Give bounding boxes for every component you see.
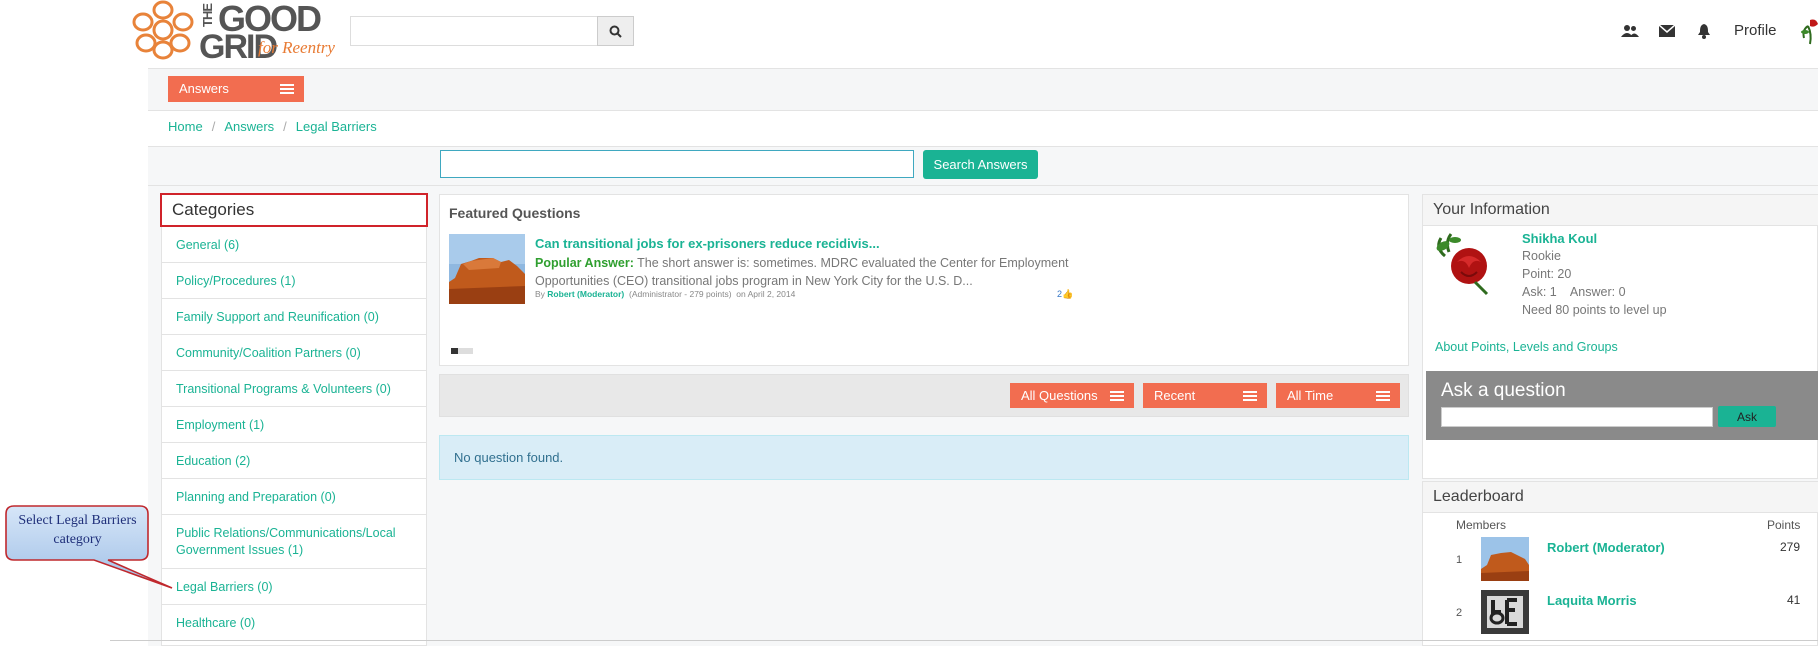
logo-the: THE [200,4,215,27]
no-questions-alert: No question found. [439,435,1409,480]
flower-logo-icon [132,0,194,60]
all-time-dropdown[interactable]: All Time [1276,383,1400,408]
answers-menu-bar [148,68,1818,111]
likes-count[interactable]: 2👍 [1057,289,1073,300]
breadcrumb-home[interactable]: Home [168,119,203,134]
user-points: Point: 20 [1522,267,1572,281]
category-general[interactable]: General (6) [162,227,426,263]
category-community-partners[interactable]: Community/Coalition Partners (0) [162,335,426,371]
menu-icon [1376,391,1390,401]
menu-icon [1243,391,1257,401]
category-employment[interactable]: Employment (1) [162,407,426,443]
thumbs-up-icon: 👍 [1062,289,1074,299]
categories-title: Categories [160,193,428,227]
ask-question-input[interactable] [1441,407,1713,427]
question-byline: By Robert (Moderator) (Administrator - 2… [535,289,795,299]
leaderboard-points: 41 [1787,593,1801,607]
leaderboard-member-link[interactable]: Laquita Morris [1547,593,1637,608]
avatar[interactable] [1800,16,1818,46]
divider [110,640,1818,641]
all-questions-label: All Questions [1021,388,1098,403]
envelope-icon[interactable] [1657,22,1677,40]
user-ask-answer: Ask: 1 Answer: 0 [1522,285,1626,299]
user-level-progress: Need 80 points to level up [1522,303,1667,317]
users-icon[interactable] [1620,22,1640,40]
popular-answer-label: Popular Answer: [535,256,634,270]
callout-text: Select Legal Barriers category [18,513,137,547]
logo-tagline: for Reentry [258,38,335,57]
category-healthcare[interactable]: Healthcare (0) [162,605,426,641]
recent-label: Recent [1154,388,1196,403]
question-date: on April 2, 2014 [736,289,796,299]
menu-icon [280,84,294,94]
search-answers-input[interactable] [440,150,914,178]
leaderboard-points-header: Points [1767,518,1801,532]
ask-question-title: Ask a question [1441,380,1566,401]
member-avatar[interactable] [1481,590,1529,634]
search-answers-button[interactable]: Search Answers [923,150,1038,179]
user-name-link[interactable]: Shikha Koul [1522,231,1597,246]
leaderboard-points: 279 [1780,540,1801,554]
header-search-input[interactable] [350,16,597,46]
menu-icon [1110,391,1124,401]
category-planning[interactable]: Planning and Preparation (0) [162,479,426,515]
bell-icon[interactable] [1694,22,1714,40]
ask-button[interactable]: Ask [1718,406,1776,427]
popular-answer: Popular Answer: The short answer is: som… [535,254,1080,290]
recent-dropdown[interactable]: Recent [1143,383,1267,408]
category-public-relations[interactable]: Public Relations/Communications/Local Go… [162,515,426,569]
answers-menu-button[interactable]: Answers [168,76,304,102]
breadcrumb: Home / Answers / Legal Barriers [168,119,377,134]
featured-question-link[interactable]: Can transitional jobs for ex-prisoners r… [535,236,880,251]
byline-by: By [535,289,545,299]
leaderboard-member-link[interactable]: Robert (Moderator) [1547,540,1665,555]
leaderboard-members-header: Members [1456,518,1507,532]
category-policy-procedures[interactable]: Policy/Procedures (1) [162,263,426,299]
breadcrumb-answers[interactable]: Answers [224,119,274,134]
answers-menu-label: Answers [179,81,229,96]
all-questions-dropdown[interactable]: All Questions [1010,383,1134,408]
profile-link[interactable]: Profile [1734,22,1777,39]
category-legal-barriers[interactable]: Legal Barriers (0) [162,569,426,605]
search-icon [609,25,622,38]
breadcrumb-legal-barriers[interactable]: Legal Barriers [296,119,377,134]
author-link[interactable]: Robert (Moderator) [547,289,624,299]
category-education[interactable]: Education (2) [162,443,426,479]
leaderboard-rank: 1 [1456,554,1463,566]
category-transitional-programs[interactable]: Transitional Programs & Volunteers (0) [162,371,426,407]
about-points-link[interactable]: About Points, Levels and Groups [1435,340,1618,354]
featured-questions-title: Featured Questions [449,205,581,221]
member-avatar[interactable] [1481,537,1529,581]
your-information-title: Your Information [1423,195,1818,226]
user-rank: Rookie [1522,249,1561,263]
leaderboard-rank: 2 [1456,607,1463,619]
category-family-support[interactable]: Family Support and Reunification (0) [162,299,426,335]
question-thumbnail[interactable] [449,234,525,304]
user-avatar[interactable] [1431,228,1503,296]
author-meta: (Administrator - 279 points) [629,289,732,299]
leaderboard-title: Leaderboard [1423,482,1818,513]
all-time-label: All Time [1287,388,1334,403]
header-search-button[interactable] [597,16,634,46]
carousel-indicator[interactable] [451,348,473,354]
